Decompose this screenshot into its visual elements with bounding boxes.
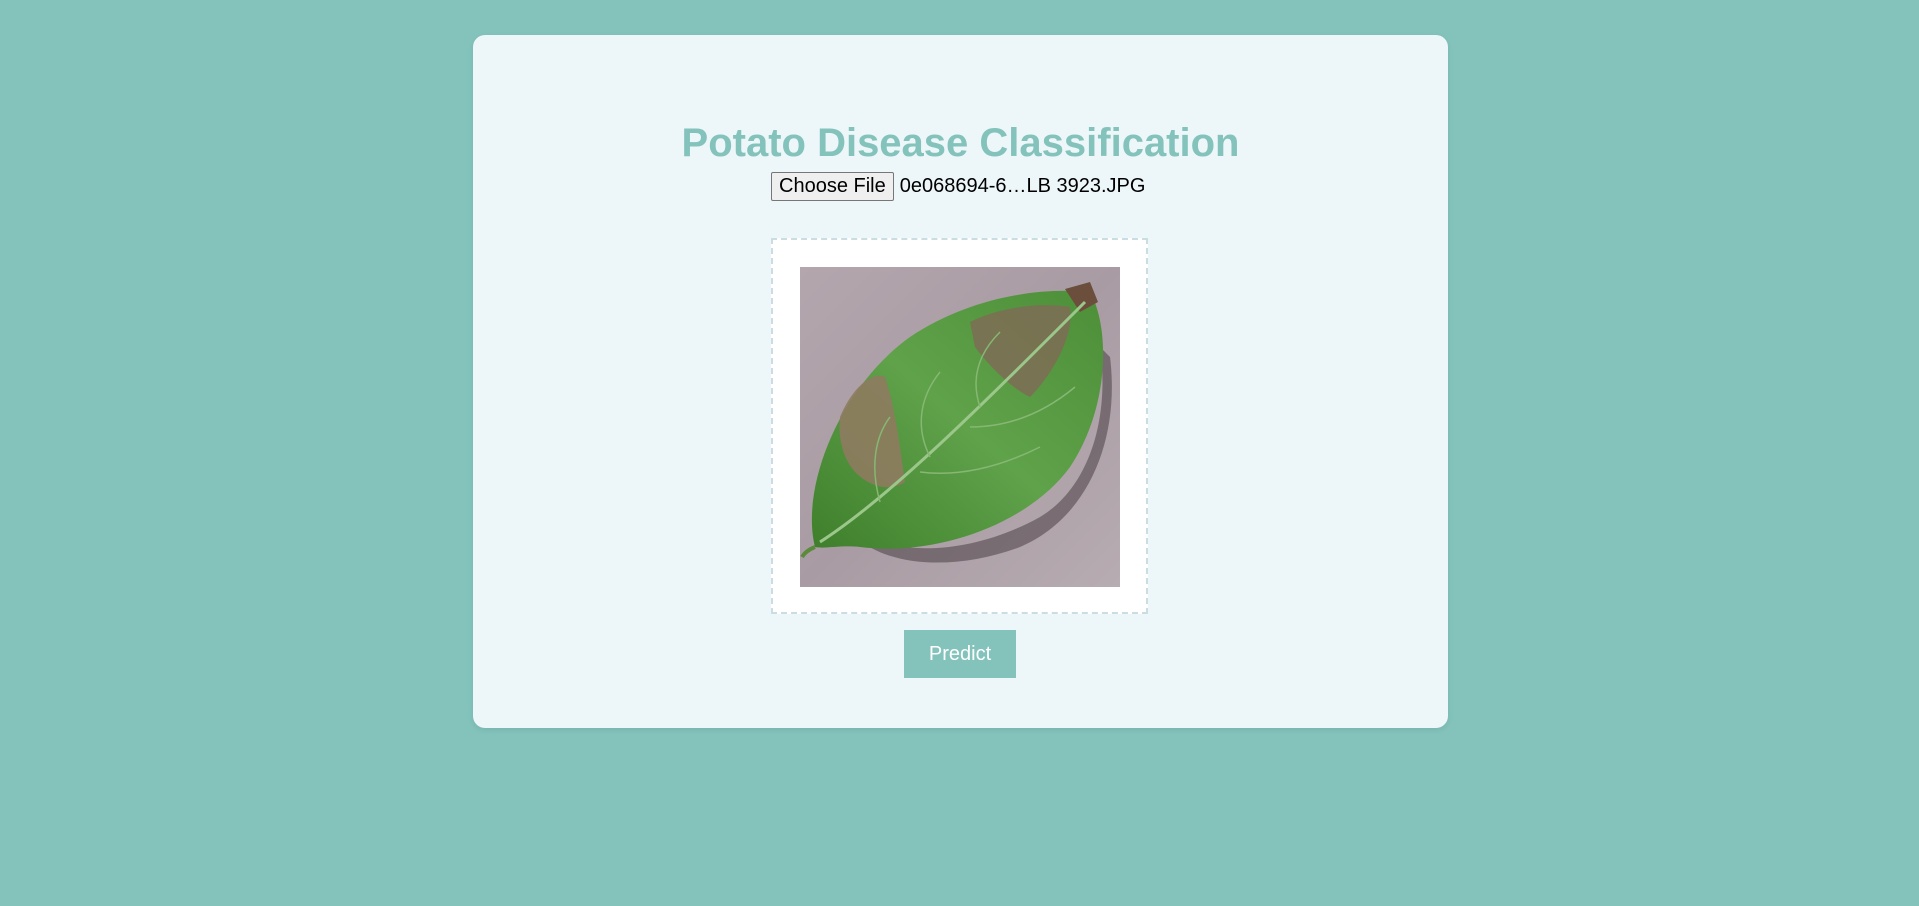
image-preview-box xyxy=(771,238,1148,614)
page-title: Potato Disease Classification xyxy=(681,121,1240,165)
predict-button[interactable]: Predict xyxy=(904,630,1016,678)
leaf-image xyxy=(800,267,1120,587)
main-card: Potato Disease Classification Choose Fil… xyxy=(473,35,1448,728)
selected-file-name: 0e068694-6…LB 3923.JPG xyxy=(899,174,1146,197)
choose-file-button[interactable]: Choose File xyxy=(771,171,894,201)
file-upload: Choose File 0e068694-6…LB 3923.JPG xyxy=(771,171,1145,201)
